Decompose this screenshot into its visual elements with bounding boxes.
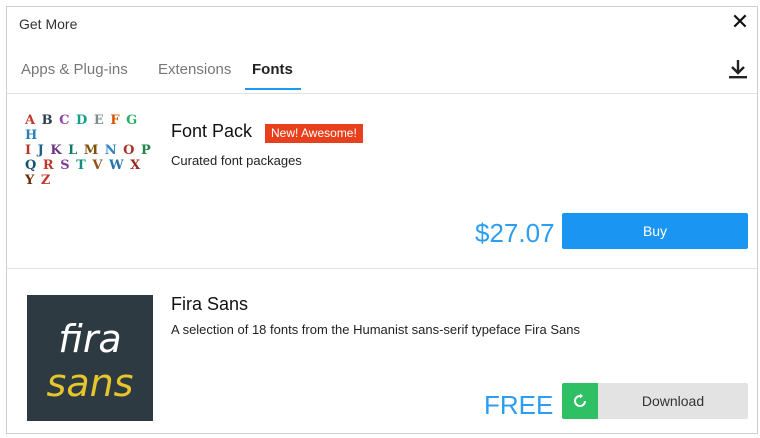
item-price: FREE (484, 390, 554, 420)
download-button-label: Download (641, 393, 705, 409)
item-title: Fira Sans (171, 294, 249, 314)
download-button[interactable]: Download (562, 383, 748, 419)
new-badge: New! Awesome! (265, 124, 363, 143)
buy-button[interactable]: Buy (562, 213, 748, 249)
item-description: A selection of 18 fonts from the Humanis… (171, 322, 580, 337)
download-icon[interactable] (727, 57, 749, 81)
active-tab-indicator (245, 88, 301, 90)
title-bar: Get More ✕ (7, 7, 757, 41)
tab-fonts[interactable]: Fonts (252, 61, 293, 78)
tab-extensions[interactable]: Extensions (158, 61, 231, 78)
item-title: Font Pack (171, 121, 253, 141)
refresh-icon (562, 383, 598, 419)
buy-button-label: Buy (642, 223, 668, 239)
fira-sans-thumbnail: fira sans (27, 295, 153, 421)
tab-bar: Apps & Plug-ins Extensions Fonts (7, 45, 757, 91)
list-item-font-pack: A B C D E F G H I J K L M N O P Q R S T … (7, 93, 757, 268)
dialog-title: Get More (19, 16, 78, 32)
close-icon[interactable]: ✕ (727, 9, 753, 35)
item-description: Curated font packages (171, 153, 302, 168)
item-price: $27.07 (475, 218, 555, 248)
tab-apps-plugins[interactable]: Apps & Plug-ins (21, 61, 128, 78)
get-more-dialog: Get More ✕ Apps & Plug-ins Extensions Fo… (6, 6, 758, 434)
font-pack-thumbnail: A B C D E F G H I J K L M N O P Q R S T … (25, 113, 152, 188)
